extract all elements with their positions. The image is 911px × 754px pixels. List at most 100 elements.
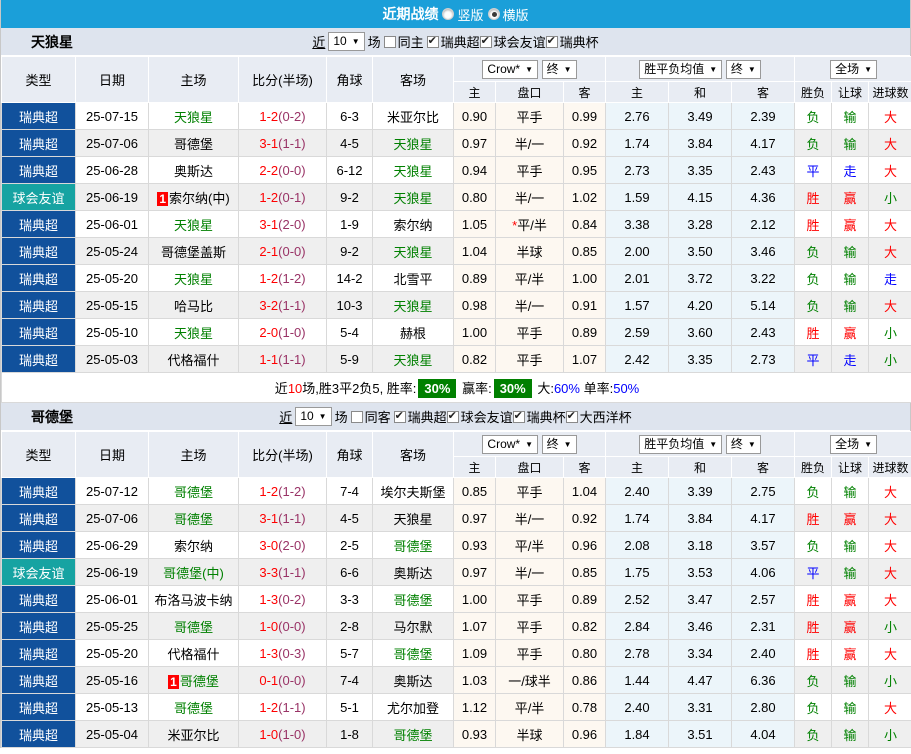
- league-cell[interactable]: 瑞典超: [1, 129, 76, 157]
- layout-horizontal-option[interactable]: 横版: [487, 5, 529, 24]
- away-team-cell[interactable]: 埃尔夫斯堡: [372, 477, 454, 505]
- home-team-cell[interactable]: 1 哥德堡: [148, 666, 239, 694]
- outcome-cell: 平: [794, 345, 833, 373]
- league-cell[interactable]: 瑞典超: [1, 666, 76, 694]
- handicap-cell: 半/一: [495, 183, 564, 211]
- league-filter-checkbox[interactable]: 球会友谊: [446, 407, 513, 426]
- corner-cell: 4-5: [326, 129, 373, 157]
- match-row: 瑞典超 25-06-29 索尔纳 3-0(2-0) 2-5 哥德堡 0.93 平/半 0.96 2…: [1, 531, 911, 559]
- away-team-cell[interactable]: 奥斯达: [372, 666, 454, 694]
- league-cell[interactable]: 瑞典超: [1, 531, 76, 559]
- match-count-select[interactable]: 10 ▼: [295, 407, 332, 426]
- league-cell[interactable]: 瑞典超: [1, 291, 76, 319]
- league-cell[interactable]: 瑞典超: [1, 612, 76, 640]
- league-cell[interactable]: 球会友谊: [1, 183, 76, 211]
- home-team-cell[interactable]: 天狼星: [148, 210, 239, 238]
- away-team-cell[interactable]: 北雪平: [372, 264, 454, 292]
- fullmatch-select[interactable]: 全场 ▼: [830, 59, 877, 79]
- away-team-cell[interactable]: 哥德堡: [372, 531, 454, 559]
- league-cell[interactable]: 瑞典超: [1, 639, 76, 667]
- odds-stage-select[interactable]: 终 ▼: [541, 434, 577, 454]
- home-team-cell[interactable]: 哥德堡: [148, 477, 239, 505]
- same-venue-checkbox[interactable]: 同客: [350, 407, 391, 426]
- home-team-cell[interactable]: 哥德堡: [148, 504, 239, 532]
- league-filter-checkbox[interactable]: 瑞典超: [426, 32, 480, 51]
- avg-odds-select[interactable]: 胜平负均值 ▼: [639, 434, 723, 454]
- league-cell[interactable]: 瑞典超: [1, 210, 76, 238]
- summary-segment: 60%: [553, 381, 580, 396]
- home-team-cell[interactable]: 天狼星: [148, 264, 239, 292]
- league-cell[interactable]: 瑞典超: [1, 720, 76, 748]
- away-team-cell[interactable]: 索尔纳: [372, 210, 454, 238]
- away-team-cell[interactable]: 奥斯达: [372, 558, 454, 586]
- league-cell[interactable]: 瑞典超: [1, 504, 76, 532]
- league-filter-checkbox[interactable]: 球会友谊: [479, 32, 546, 51]
- away-team-cell[interactable]: 马尔默: [372, 612, 454, 640]
- league-cell[interactable]: 瑞典超: [1, 237, 76, 265]
- league-filter-checkbox[interactable]: 瑞典超: [393, 407, 447, 426]
- home-team-cell[interactable]: 1 索尔纳(中): [148, 183, 239, 211]
- away-team-cell[interactable]: 赫根: [372, 318, 454, 346]
- away-odds-cell: 0.89: [563, 585, 606, 613]
- home-team-cell[interactable]: 代格福什: [148, 639, 239, 667]
- away-team-cell[interactable]: 天狼星: [372, 183, 454, 211]
- match-count-select[interactable]: 10 ▼: [328, 32, 365, 51]
- avg-odds-select[interactable]: 胜平负均值 ▼: [639, 59, 723, 79]
- home-team-cell[interactable]: 奥斯达: [148, 156, 239, 184]
- order-badge: 1: [168, 674, 179, 689]
- away-team-cell[interactable]: 哥德堡: [372, 585, 454, 613]
- outcome-cell: 胜: [794, 210, 833, 238]
- league-cell[interactable]: 瑞典超: [1, 693, 76, 721]
- home-team-cell[interactable]: 米亚尔比: [148, 720, 239, 748]
- home-team-cell[interactable]: 哥德堡(中): [148, 558, 239, 586]
- away-team-cell[interactable]: 天狼星: [372, 345, 454, 373]
- away-team-cell[interactable]: 天狼星: [372, 237, 454, 265]
- horizontal-radio-icon[interactable]: [487, 8, 500, 20]
- league-filter-checkbox[interactable]: 大西洋杯: [565, 407, 632, 426]
- league-cell[interactable]: 瑞典超: [1, 345, 76, 373]
- home-team-cell[interactable]: 哥德堡: [148, 693, 239, 721]
- league-filter-checkbox[interactable]: 瑞典杯: [545, 32, 599, 51]
- league-cell[interactable]: 瑞典超: [1, 156, 76, 184]
- same-venue-checkbox[interactable]: 同主: [383, 32, 424, 51]
- away-team-cell[interactable]: 天狼星: [372, 291, 454, 319]
- avg-select-group: 胜平负均值 ▼ 终 ▼: [604, 56, 796, 82]
- home-team-cell[interactable]: 布洛马波卡纳: [148, 585, 239, 613]
- league-filter-checkbox[interactable]: 瑞典杯: [512, 407, 566, 426]
- vertical-radio-icon[interactable]: [442, 8, 455, 20]
- score-cell: 1-2(0-1): [238, 183, 327, 211]
- home-team-cell[interactable]: 哥德堡盖斯: [148, 237, 239, 265]
- odds-stage-select[interactable]: 终 ▼: [541, 59, 577, 79]
- fullmatch-select[interactable]: 全场 ▼: [830, 434, 877, 454]
- away-team-cell[interactable]: 哥德堡: [372, 639, 454, 667]
- layout-vertical-option[interactable]: 竖版: [442, 5, 484, 24]
- home-team-cell[interactable]: 哈马比: [148, 291, 239, 319]
- handicap-cell: 平手: [495, 639, 564, 667]
- avg-stage-select[interactable]: 终 ▼: [725, 59, 761, 79]
- league-cell[interactable]: 球会友谊: [1, 558, 76, 586]
- league-cell[interactable]: 瑞典超: [1, 585, 76, 613]
- outcome-cell: 胜: [794, 318, 833, 346]
- away-team-cell[interactable]: 哥德堡: [372, 720, 454, 748]
- odds-company-select[interactable]: Crow* ▼: [482, 59, 539, 79]
- away-team-cell[interactable]: 天狼星: [372, 156, 454, 184]
- halftime-score: (1-1): [278, 297, 306, 313]
- home-team-cell[interactable]: 哥德堡: [148, 129, 239, 157]
- home-team-cell[interactable]: 索尔纳: [148, 531, 239, 559]
- league-cell[interactable]: 瑞典超: [1, 264, 76, 292]
- league-cell[interactable]: 瑞典超: [1, 102, 76, 130]
- home-team-cell[interactable]: 天狼星: [148, 318, 239, 346]
- away-team-cell[interactable]: 米亚尔比: [372, 102, 454, 130]
- away-team-cell[interactable]: 尤尔加登: [372, 693, 454, 721]
- home-team-cell[interactable]: 天狼星: [148, 102, 239, 130]
- away-team-cell[interactable]: 天狼星: [372, 504, 454, 532]
- league-cell[interactable]: 瑞典超: [1, 318, 76, 346]
- away-team-cell[interactable]: 天狼星: [372, 129, 454, 157]
- avg-stage-select[interactable]: 终 ▼: [725, 434, 761, 454]
- home-team-cell[interactable]: 哥德堡: [148, 612, 239, 640]
- home-team-cell[interactable]: 代格福什: [148, 345, 239, 373]
- league-cell[interactable]: 瑞典超: [1, 477, 76, 505]
- corner-cell: 5-1: [326, 693, 373, 721]
- odds-company-select[interactable]: Crow* ▼: [482, 434, 539, 454]
- halftime-score: (1-1): [278, 351, 306, 367]
